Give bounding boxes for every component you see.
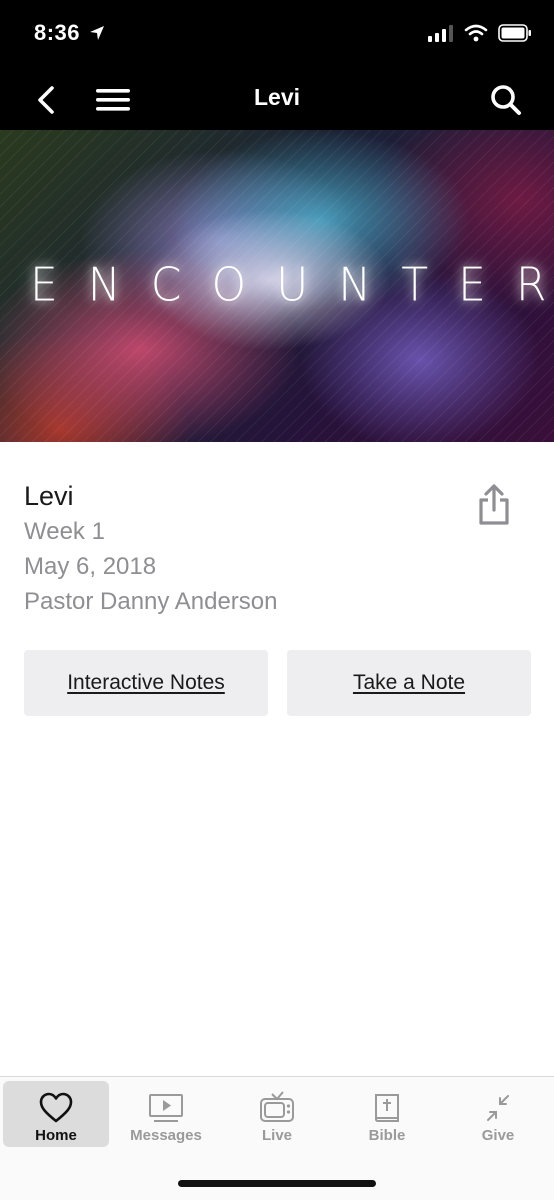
- battery-icon: [498, 24, 531, 42]
- nav-title: Levi: [253, 84, 301, 110]
- tab-give-label: Give: [481, 1127, 515, 1144]
- play-screen-icon: [149, 1094, 183, 1122]
- tab-live[interactable]: Live: [224, 1081, 330, 1147]
- tab-give[interactable]: Give: [445, 1081, 551, 1147]
- nav-bar: Levi: [0, 70, 554, 130]
- tab-live-label: Live: [261, 1127, 292, 1144]
- share-icon[interactable]: [474, 484, 514, 526]
- bible-icon: [375, 1094, 399, 1122]
- signal-icon: [428, 25, 453, 42]
- status-indicators: [428, 24, 532, 42]
- status-time: 8:36: [34, 20, 105, 46]
- search-icon[interactable]: [488, 82, 524, 118]
- hero-title: ENCOUNTERS: [30, 258, 554, 313]
- sermon-info: Levi Week 1 May 6, 2018 Pastor Danny And…: [24, 478, 464, 619]
- compress-arrows-icon: [487, 1095, 509, 1121]
- tab-messages-label: Messages: [130, 1127, 202, 1144]
- tab-home[interactable]: Home: [3, 1081, 109, 1147]
- tab-messages[interactable]: Messages: [113, 1081, 219, 1147]
- home-indicator: [178, 1180, 376, 1187]
- wifi-icon: [464, 24, 488, 42]
- sermon-speaker: Pastor Danny Anderson: [24, 588, 278, 615]
- tab-home-label: Home: [35, 1127, 77, 1144]
- interactive-notes-button[interactable]: Interactive Notes: [24, 650, 268, 716]
- sermon-title: Levi: [24, 481, 74, 511]
- status-bar: 8:36: [0, 0, 554, 70]
- tv-icon: [260, 1091, 294, 1122]
- status-time-text: 8:36: [34, 20, 81, 45]
- sermon-week: Week 1: [24, 518, 105, 545]
- location-arrow-icon: [89, 26, 104, 40]
- take-a-note-button[interactable]: Take a Note: [287, 650, 531, 716]
- hero-banner: ENCOUNTERS: [0, 130, 554, 442]
- tab-bible[interactable]: Bible: [334, 1081, 440, 1147]
- sermon-date: May 6, 2018: [24, 553, 157, 580]
- tab-bible-label: Bible: [368, 1127, 406, 1144]
- heart-icon: [39, 1092, 73, 1123]
